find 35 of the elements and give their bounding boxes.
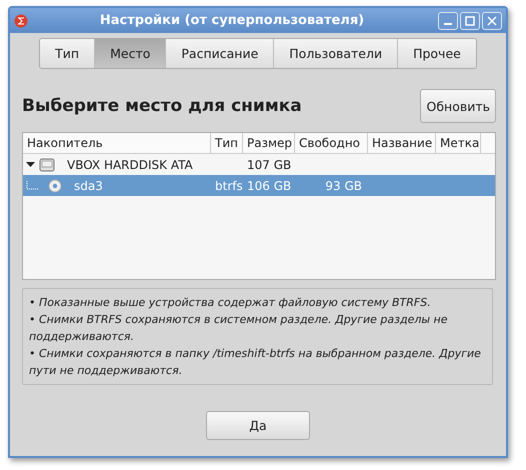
size-cell-text: 106 GB <box>246 178 292 192</box>
tab[interactable]: Пользователи <box>274 39 398 68</box>
minimize-icon <box>444 23 452 25</box>
partition-icon <box>48 178 62 192</box>
maximize-button[interactable] <box>460 12 480 30</box>
table-row[interactable]: VBOX HARDDISK ATA 107 GB <box>23 154 495 175</box>
column-header[interactable]: Накопитель <box>23 133 211 153</box>
column-header[interactable]: Название <box>368 133 436 153</box>
tree-line-icon <box>26 180 38 190</box>
minimize-button[interactable] <box>438 12 458 30</box>
ok-button[interactable]: Да <box>206 411 310 440</box>
window-title: Настройки (от суперпользователя) <box>98 13 366 28</box>
tab[interactable]: Тип <box>40 39 96 68</box>
close-icon <box>487 16 497 26</box>
column-header[interactable]: Размер <box>243 133 295 153</box>
column-header[interactable]: Свободно <box>295 133 368 153</box>
expander-icon[interactable] <box>26 160 35 169</box>
info-note: • Снимки сохраняются в папку /timeshift-btrfs на выбранном разделе. Другие пути не поддерживаются. <box>29 346 482 379</box>
tab[interactable]: Место <box>95 39 166 68</box>
size-cell-text: 107 GB <box>246 158 292 172</box>
type-cell-text: btrfs <box>214 178 243 192</box>
app-icon <box>14 14 28 28</box>
maximize-icon <box>465 16 475 26</box>
heading: Выберите место для снимка <box>22 96 302 116</box>
tab[interactable]: Прочее <box>398 39 476 68</box>
free-cell-text: 93 GB <box>324 178 363 192</box>
device-name: VBOX HARDDISK ATA <box>66 158 193 172</box>
device-name: sda3 <box>73 178 103 192</box>
column-header[interactable]: Тип <box>211 133 243 153</box>
close-button[interactable] <box>482 12 502 30</box>
info-note: • Снимки BTRFS сохраняются в системном разделе. Другие разделы не поддерживаются. <box>29 312 449 345</box>
refresh-button[interactable]: Обновить <box>420 89 496 123</box>
tab[interactable]: Расписание <box>166 39 274 68</box>
info-note: • Показанные выше устройства содержат файловую систему BTRFS. <box>29 295 432 311</box>
column-header[interactable]: Метка <box>436 133 481 153</box>
